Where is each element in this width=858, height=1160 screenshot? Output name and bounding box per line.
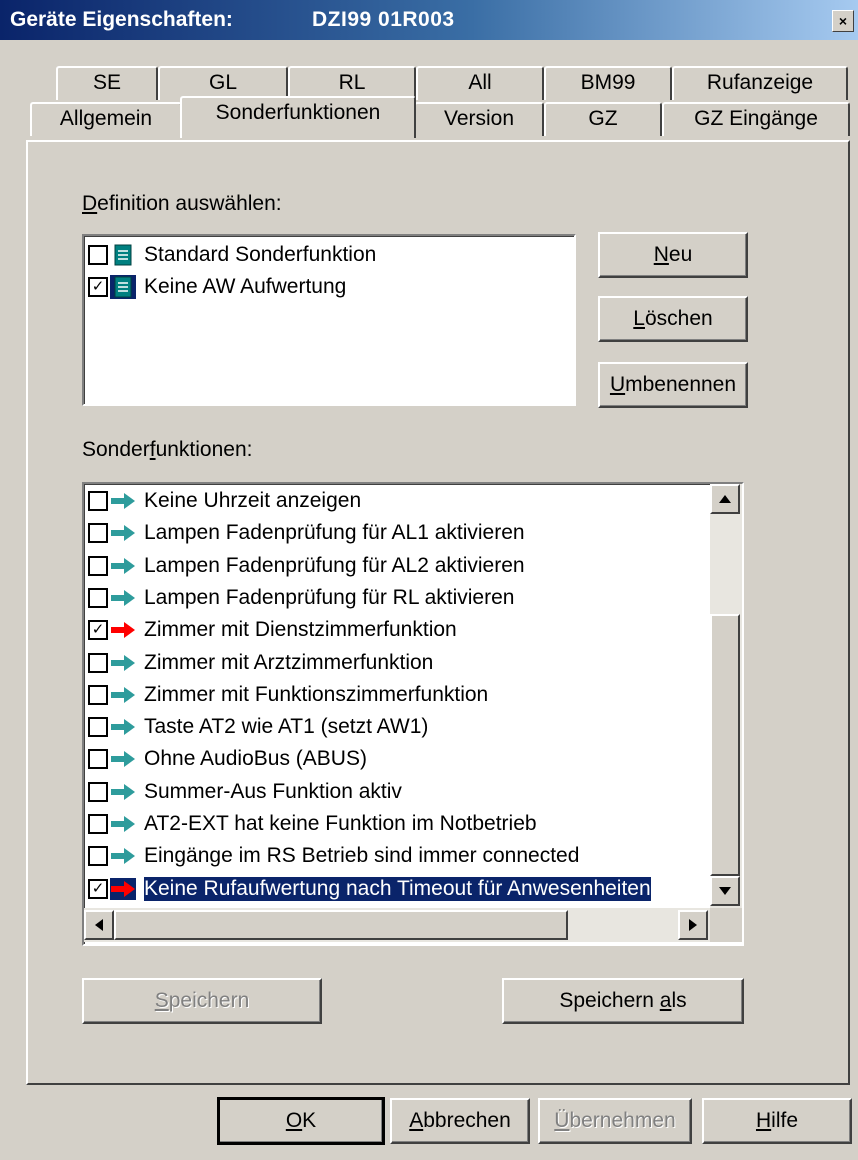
teal-arrow-icon bbox=[110, 587, 136, 609]
tab-rl[interactable]: RL bbox=[288, 66, 416, 100]
checkbox[interactable] bbox=[88, 587, 108, 608]
definition-item[interactable]: ✓ Keine AW Aufwertung bbox=[88, 272, 346, 302]
document-icon bbox=[110, 243, 136, 267]
tab-se[interactable]: SE bbox=[56, 66, 158, 100]
horizontal-scroll-thumb[interactable] bbox=[114, 910, 568, 940]
sonderfunktionen-listbox[interactable]: Keine Uhrzeit anzeigen Lampen Fadenprüfun… bbox=[82, 482, 744, 946]
scroll-right-button[interactable] bbox=[678, 910, 708, 940]
checkbox[interactable] bbox=[88, 555, 108, 576]
tab-panel: Definition auswählen: Standard Sonderfun… bbox=[26, 140, 850, 1085]
scrollbar-corner bbox=[710, 908, 742, 942]
teal-arrow-icon bbox=[110, 684, 136, 706]
hilfe-button[interactable]: Hilfe bbox=[702, 1098, 852, 1144]
abbrechen-button[interactable]: Abbrechen bbox=[390, 1098, 530, 1144]
function-label: Zimmer mit Arztzimmerfunktion bbox=[144, 650, 434, 674]
tab-allgemein[interactable]: Allgemein bbox=[30, 102, 182, 136]
definition-item[interactable]: Standard Sonderfunktion bbox=[88, 240, 376, 270]
function-item[interactable]: Lampen Fadenprüfung für AL1 aktivieren bbox=[88, 518, 525, 548]
horizontal-scrollbar[interactable] bbox=[84, 908, 710, 942]
checkbox-checked[interactable]: ✓ bbox=[88, 277, 108, 297]
tab-gz-eingaenge[interactable]: GZ Eingänge bbox=[662, 102, 850, 136]
function-item[interactable]: AT2-EXT hat keine Funktion im Notbetrieb bbox=[88, 809, 537, 839]
tab-bm99[interactable]: BM99 bbox=[544, 66, 672, 100]
function-label: Zimmer mit Funktionszimmerfunktion bbox=[144, 682, 489, 706]
teal-arrow-icon bbox=[110, 845, 136, 867]
sonderfunktionen-label: Sonderfunktionen: bbox=[82, 438, 253, 461]
tab-gl[interactable]: GL bbox=[158, 66, 288, 100]
teal-arrow-icon bbox=[110, 652, 136, 674]
function-label: Zimmer mit Dienstzimmerfunktion bbox=[144, 618, 457, 642]
function-item[interactable]: Zimmer mit Funktionszimmerfunktion bbox=[88, 680, 488, 710]
scroll-down-button[interactable] bbox=[710, 876, 740, 906]
checkbox-checked[interactable]: ✓ bbox=[88, 620, 108, 641]
function-item[interactable]: Zimmer mit Arztzimmerfunktion bbox=[88, 648, 433, 678]
checkbox[interactable] bbox=[88, 717, 108, 738]
function-item[interactable]: Eingänge im RS Betrieb sind immer connec… bbox=[88, 841, 579, 871]
function-label: Summer-Aus Funktion aktiv bbox=[144, 779, 402, 803]
checkbox[interactable] bbox=[88, 491, 108, 511]
function-item[interactable]: Lampen Fadenprüfung für RL aktivieren bbox=[88, 583, 514, 613]
vertical-scrollbar[interactable] bbox=[710, 484, 742, 908]
umbenennen-button[interactable]: Umbenennen bbox=[598, 362, 748, 408]
speichern-als-button[interactable]: Speichern a ls bbox=[502, 978, 744, 1024]
teal-arrow-icon bbox=[110, 781, 136, 803]
checkbox[interactable] bbox=[88, 814, 108, 834]
function-label: Taste AT2 wie AT1 (setzt AW1) bbox=[144, 715, 429, 739]
loeschen-button[interactable]: Löschen bbox=[598, 296, 748, 342]
tab-gz[interactable]: GZ bbox=[544, 102, 662, 136]
checkbox[interactable] bbox=[88, 245, 108, 265]
tab-all[interactable]: All bbox=[416, 66, 544, 100]
teal-arrow-icon bbox=[110, 748, 136, 770]
definition-listbox[interactable]: Standard Sonderfunktion ✓ Keine AW Aufwe… bbox=[82, 234, 576, 406]
function-label: Ohne AudioBus (ABUS) bbox=[144, 747, 367, 771]
teal-arrow-icon bbox=[110, 813, 136, 835]
function-item[interactable]: Taste AT2 wie AT1 (setzt AW1) bbox=[88, 712, 428, 742]
ok-button[interactable]: OK bbox=[217, 1097, 385, 1145]
window-title-device: DZI99 01R003 bbox=[312, 8, 455, 31]
definition-label: Definition auswählen: bbox=[82, 192, 282, 215]
scroll-left-button[interactable] bbox=[84, 910, 114, 940]
checkbox[interactable] bbox=[88, 652, 108, 673]
window-title-label: Geräte Eigenschaften: bbox=[10, 8, 233, 31]
speichern-button[interactable]: Speichern bbox=[82, 978, 322, 1024]
function-label: Lampen Fadenprüfung für RL aktivieren bbox=[144, 585, 515, 609]
document-icon bbox=[110, 275, 136, 299]
function-label: AT2-EXT hat keine Funktion im Notbetrieb bbox=[144, 812, 537, 835]
checkbox[interactable] bbox=[88, 846, 108, 867]
function-label: Keine Uhrzeit anzeigen bbox=[144, 489, 362, 512]
title-bar: Geräte Eigenschaften: DZI99 01R003 × bbox=[0, 0, 858, 40]
checkbox[interactable] bbox=[88, 781, 108, 802]
function-item[interactable]: Summer-Aus Funktion aktiv bbox=[88, 777, 402, 807]
red-arrow-icon bbox=[110, 619, 136, 641]
vertical-scroll-thumb[interactable] bbox=[710, 614, 740, 876]
scroll-up-button[interactable] bbox=[710, 484, 740, 514]
function-label: Eingänge im RS Betrieb sind immer connec… bbox=[144, 844, 580, 868]
function-label: Keine Rufaufwertung nach Timeout für Anw… bbox=[144, 876, 651, 901]
checkbox[interactable] bbox=[88, 684, 108, 705]
checkbox[interactable] bbox=[88, 749, 108, 770]
tab-version[interactable]: Version bbox=[414, 102, 544, 136]
function-item[interactable]: ✓ Keine Rufaufwertung nach Timeout für An… bbox=[88, 874, 651, 904]
function-item[interactable]: ✓ Zimmer mit Dienstzimmerfunktion bbox=[88, 615, 457, 645]
uebernehmen-button[interactable]: Übernehmen bbox=[538, 1098, 692, 1144]
checkbox[interactable] bbox=[88, 523, 108, 544]
function-label: Lampen Fadenprüfung für AL1 aktivieren bbox=[144, 521, 525, 545]
teal-arrow-icon bbox=[110, 716, 136, 738]
tab-sonderfunktionen[interactable]: Sonderfunktionen bbox=[180, 96, 416, 138]
checkbox-checked[interactable]: ✓ bbox=[88, 878, 108, 899]
teal-arrow-icon bbox=[110, 490, 136, 512]
close-button[interactable]: × bbox=[832, 10, 854, 32]
function-item[interactable]: Ohne AudioBus (ABUS) bbox=[88, 744, 367, 774]
function-item[interactable]: Lampen Fadenprüfung für AL2 aktivieren bbox=[88, 551, 525, 581]
function-label: Lampen Fadenprüfung für AL2 aktivieren bbox=[144, 553, 525, 577]
teal-arrow-icon bbox=[110, 555, 136, 577]
teal-arrow-icon bbox=[110, 522, 136, 544]
tab-rufanzeige[interactable]: Rufanzeige bbox=[672, 66, 848, 100]
red-arrow-icon bbox=[110, 877, 136, 900]
function-item[interactable]: Keine Uhrzeit anzeigen bbox=[88, 486, 361, 516]
neu-button[interactable]: Neu bbox=[598, 232, 748, 278]
